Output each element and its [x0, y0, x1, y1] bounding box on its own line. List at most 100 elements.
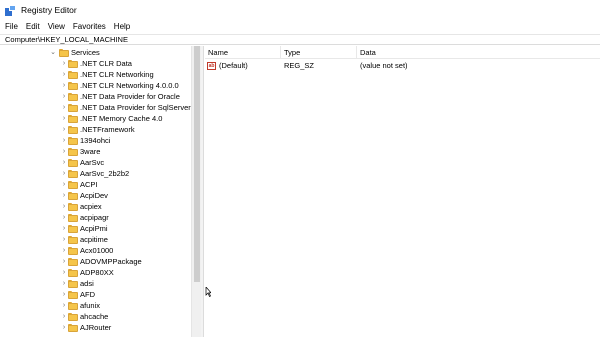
tree-node[interactable]: › .NET Data Provider for Oracle: [0, 91, 191, 102]
chevron-right-icon[interactable]: ›: [60, 278, 68, 289]
menu-file[interactable]: File: [0, 22, 22, 31]
tree-node[interactable]: › adsi: [0, 278, 191, 289]
folder-icon: [68, 324, 78, 332]
chevron-right-icon[interactable]: ›: [60, 190, 68, 201]
tree-node[interactable]: › .NETFramework: [0, 124, 191, 135]
tree-node[interactable]: › AJRouter: [0, 322, 191, 333]
folder-icon: [68, 225, 78, 233]
folder-icon: [68, 104, 78, 112]
tree-node[interactable]: › acpiex: [0, 201, 191, 212]
chevron-right-icon[interactable]: ›: [60, 311, 68, 322]
chevron-right-icon[interactable]: ›: [60, 256, 68, 267]
tree-node-label: .NET CLR Data: [80, 59, 132, 68]
tree-node-label: .NET Data Provider for Oracle: [80, 92, 180, 101]
chevron-right-icon[interactable]: ›: [60, 146, 68, 157]
tree-node[interactable]: › ahcache: [0, 311, 191, 322]
title-bar: Registry Editor: [0, 0, 600, 20]
chevron-right-icon[interactable]: ›: [60, 223, 68, 234]
folder-icon: [68, 148, 78, 156]
menu-help[interactable]: Help: [110, 22, 134, 31]
chevron-right-icon[interactable]: ›: [60, 69, 68, 80]
tree-node[interactable]: › AcpiPmi: [0, 223, 191, 234]
folder-icon: [59, 49, 69, 57]
tree-node[interactable]: › 1394ohci: [0, 135, 191, 146]
menu-edit[interactable]: Edit: [22, 22, 44, 31]
tree-node-label: 1394ohci: [80, 136, 111, 145]
pane-splitter[interactable]: [201, 46, 204, 337]
tree-node-label: AarSvc: [80, 158, 105, 167]
value-data: (value not set): [360, 61, 408, 70]
tree-node-label: 3ware: [80, 147, 101, 156]
tree-node-services[interactable]: ⌄ Services: [0, 47, 191, 58]
tree-node-label: AJRouter: [80, 323, 112, 332]
tree-node-label: acpipagr: [80, 213, 109, 222]
chevron-right-icon[interactable]: ›: [60, 212, 68, 223]
chevron-right-icon[interactable]: ›: [60, 234, 68, 245]
chevron-right-icon[interactable]: ›: [60, 91, 68, 102]
tree-node-label: Acx01000: [80, 246, 114, 255]
chevron-right-icon[interactable]: ›: [60, 168, 68, 179]
chevron-right-icon[interactable]: ›: [60, 179, 68, 190]
tree-node-label: Services: [71, 48, 100, 57]
chevron-right-icon[interactable]: ›: [60, 102, 68, 113]
chevron-right-icon[interactable]: ›: [60, 201, 68, 212]
chevron-right-icon[interactable]: ›: [60, 322, 68, 333]
folder-icon: [68, 93, 78, 101]
address-path[interactable]: Computer\HKEY_LOCAL_MACHINE: [5, 35, 128, 44]
tree-node-label: ahcache: [80, 312, 109, 321]
chevron-down-icon[interactable]: ⌄: [49, 47, 57, 58]
chevron-right-icon[interactable]: ›: [60, 245, 68, 256]
tree-node-label: .NET Memory Cache 4.0: [80, 114, 163, 123]
folder-icon: [68, 258, 78, 266]
tree-node[interactable]: › afunix: [0, 300, 191, 311]
tree-node-label: AarSvc_2b2b2: [80, 169, 130, 178]
tree-node[interactable]: › Acx01000: [0, 245, 191, 256]
column-data[interactable]: Data: [357, 46, 600, 59]
tree-node[interactable]: › ACPI: [0, 179, 191, 190]
chevron-right-icon[interactable]: ›: [60, 113, 68, 124]
chevron-right-icon[interactable]: ›: [60, 300, 68, 311]
tree-node[interactable]: › .NET CLR Data: [0, 58, 191, 69]
tree-node[interactable]: › acpipagr: [0, 212, 191, 223]
tree-node[interactable]: › AarSvc: [0, 157, 191, 168]
tree-node[interactable]: › acpitime: [0, 234, 191, 245]
tree-node[interactable]: › .NET Data Provider for SqlServer: [0, 102, 191, 113]
values-list[interactable]: Name Type Data ab (Default) REG_SZ (valu…: [205, 46, 600, 337]
chevron-right-icon[interactable]: ›: [60, 124, 68, 135]
value-name: (Default): [219, 61, 248, 70]
tree-node[interactable]: › .NET CLR Networking: [0, 69, 191, 80]
folder-icon: [68, 159, 78, 167]
key-tree[interactable]: ⌄ Services › .NET CLR Data › .NET CLR Network…: [0, 46, 191, 337]
column-name[interactable]: Name: [205, 46, 281, 59]
chevron-right-icon[interactable]: ›: [60, 289, 68, 300]
tree-node[interactable]: › .NET CLR Networking 4.0.0.0: [0, 80, 191, 91]
chevron-right-icon[interactable]: ›: [60, 58, 68, 69]
folder-icon: [68, 313, 78, 321]
folder-icon: [68, 115, 78, 123]
chevron-right-icon[interactable]: ›: [60, 80, 68, 91]
tree-node-label: acpiex: [80, 202, 102, 211]
tree-node-label: .NETFramework: [80, 125, 135, 134]
tree-node[interactable]: › ADP80XX: [0, 267, 191, 278]
tree-node[interactable]: › AcpiDev: [0, 190, 191, 201]
tree-node[interactable]: › AarSvc_2b2b2: [0, 168, 191, 179]
chevron-right-icon[interactable]: ›: [60, 267, 68, 278]
ab-string-icon: ab: [207, 62, 216, 70]
menu-favorites[interactable]: Favorites: [69, 22, 110, 31]
folder-icon: [68, 137, 78, 145]
folder-icon: [68, 247, 78, 255]
tree-node[interactable]: › ADOVMPPackage: [0, 256, 191, 267]
address-bar[interactable]: Computer\HKEY_LOCAL_MACHINE: [0, 34, 600, 45]
tree-node[interactable]: › 3ware: [0, 146, 191, 157]
folder-icon: [68, 291, 78, 299]
value-row[interactable]: ab (Default) REG_SZ (value not set): [205, 60, 600, 72]
chevron-right-icon[interactable]: ›: [60, 157, 68, 168]
tree-scrollbar[interactable]: [191, 46, 201, 337]
column-type[interactable]: Type: [281, 46, 357, 59]
tree-node[interactable]: › .NET Memory Cache 4.0: [0, 113, 191, 124]
menu-view[interactable]: View: [44, 22, 69, 31]
tree-node[interactable]: › AFD: [0, 289, 191, 300]
folder-icon: [68, 126, 78, 134]
chevron-right-icon[interactable]: ›: [60, 135, 68, 146]
tree-scrollbar-thumb[interactable]: [194, 46, 200, 282]
